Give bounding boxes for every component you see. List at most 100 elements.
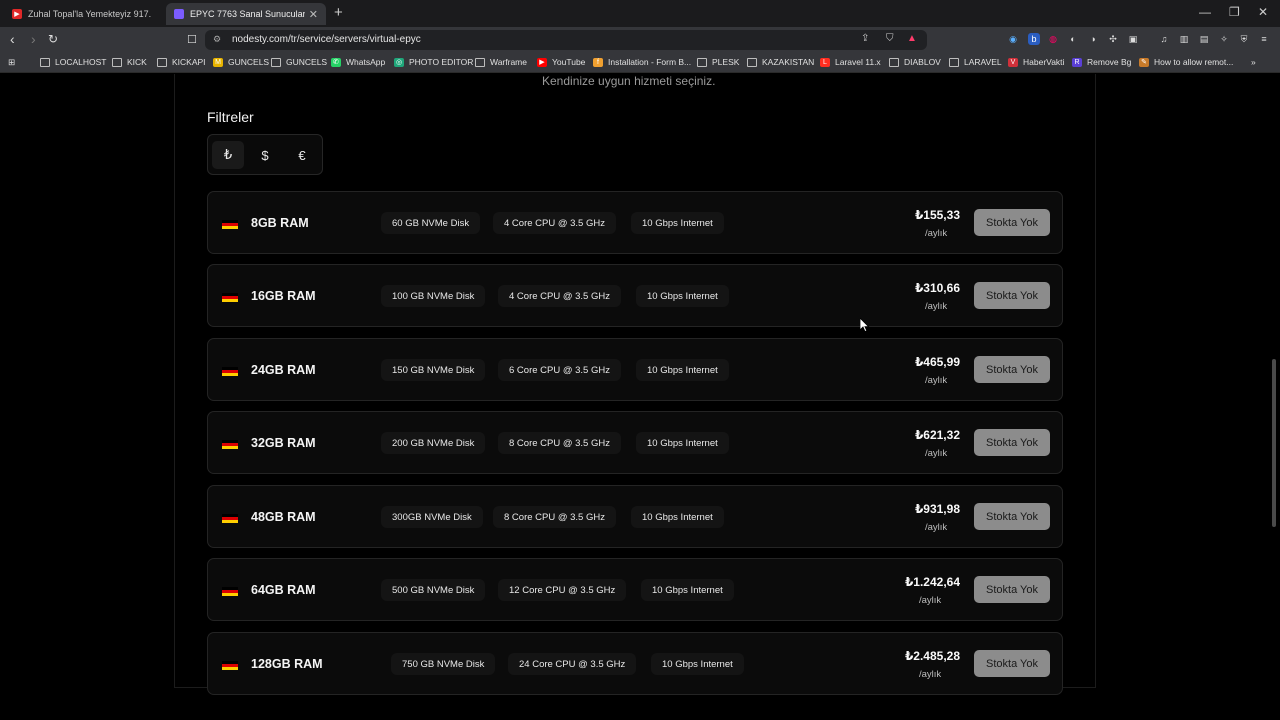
tab-strip: ▶ Zuhal Topal'la Yemekteyiz 917. Bölüm E…	[0, 0, 1280, 27]
site-favicon-icon: f	[593, 57, 603, 67]
bookmark-item[interactable]: ▶ YouTube	[537, 57, 585, 67]
new-tab-button[interactable]: +	[334, 4, 343, 21]
bookmark-item[interactable]: Warframe	[475, 57, 527, 67]
extensions-puzzle-icon[interactable]: ✣	[1107, 33, 1119, 45]
vpn-shield-icon[interactable]: ⛨	[1238, 33, 1250, 45]
plan-disk-badge: 60 GB NVMe Disk	[381, 212, 481, 234]
site-favicon-icon: ✆	[331, 57, 341, 67]
tab-title: Zuhal Topal'la Yemekteyiz 917. Bölüm	[28, 9, 152, 19]
extension-color-icon[interactable]: ◍	[1047, 33, 1059, 45]
site-favicon-icon: V	[1008, 57, 1018, 67]
back-icon[interactable]: ‹	[10, 31, 15, 47]
germany-flag-icon	[222, 293, 238, 302]
media-icon[interactable]: ♫	[1158, 33, 1170, 45]
bookmark-item[interactable]: V HaberVakti	[1008, 57, 1064, 67]
plan-price: ₺1.242,64	[904, 575, 960, 589]
extension-ghost-icon[interactable]: ◑	[1087, 33, 1099, 45]
plan-network-badge: 10 Gbps Internet	[631, 506, 724, 528]
out-of-stock-button[interactable]: Stokta Yok	[974, 503, 1050, 530]
out-of-stock-button[interactable]: Stokta Yok	[974, 209, 1050, 236]
plan-network-badge: 10 Gbps Internet	[631, 212, 724, 234]
plan-cpu-badge: 4 Core CPU @ 3.5 GHz	[493, 212, 616, 234]
nodesty-favicon-icon	[174, 9, 184, 19]
bookmark-star-icon[interactable]: ☐	[187, 33, 197, 46]
site-favicon-icon: ◎	[394, 57, 404, 67]
bookmark-label: YouTube	[552, 57, 586, 67]
brave-shield-icon[interactable]: ⛉	[886, 33, 894, 44]
bookmark-item[interactable]: KICK	[112, 57, 147, 67]
currency-usd-button[interactable]: $	[249, 141, 281, 169]
close-window-icon[interactable]: ✕	[1258, 5, 1268, 19]
tab-yemekteyiz[interactable]: ▶ Zuhal Topal'la Yemekteyiz 917. Bölüm	[4, 3, 160, 25]
more-bookmarks-icon[interactable]: »	[1251, 57, 1256, 67]
close-tab-icon[interactable]: ✕	[309, 8, 318, 21]
bookmark-item[interactable]: f Installation - Form B...	[593, 57, 691, 67]
bookmark-item[interactable]: DIABLOV	[889, 57, 941, 67]
price-period: /aylık	[919, 595, 942, 606]
plan-row: 32GB RAM 200 GB NVMe Disk 8 Core CPU @ 3.5…	[207, 411, 1063, 474]
plan-disk-badge: 500 GB NVMe Disk	[381, 579, 486, 601]
site-info-icon[interactable]: ⚙	[213, 34, 221, 45]
bookmark-item[interactable]: LOCALHOST	[40, 57, 107, 67]
out-of-stock-button[interactable]: Stokta Yok	[974, 650, 1050, 677]
bookmark-item[interactable]: ◎ PHOTO EDITOR	[394, 57, 473, 67]
folder-icon	[157, 57, 167, 67]
restore-icon[interactable]: ❐	[1229, 5, 1240, 19]
bookmark-item[interactable]: LARAVEL	[949, 57, 1002, 67]
bookmark-item[interactable]: KAZAKISTAN	[747, 57, 814, 67]
plan-price: ₺465,99	[914, 355, 960, 369]
plan-network-badge: 10 Gbps Internet	[636, 432, 729, 454]
out-of-stock-button[interactable]: Stokta Yok	[974, 429, 1050, 456]
plan-ram: 128GB RAM	[251, 657, 323, 671]
plan-row: 8GB RAM 60 GB NVMe Disk 4 Core CPU @ 3.5 G…	[207, 191, 1063, 254]
bookmark-item[interactable]: ✎ How to allow remot...	[1139, 57, 1233, 67]
plan-price: ₺2.485,28	[904, 649, 960, 663]
bookmark-item[interactable]: M GUNCELS	[213, 57, 269, 67]
folder-icon	[889, 57, 899, 67]
site-favicon-icon: M	[213, 57, 223, 67]
bookmark-item[interactable]: KICKAPI	[157, 57, 206, 67]
url-text[interactable]: nodesty.com/tr/service/servers/virtual-e…	[232, 34, 421, 45]
bookmark-item[interactable]: ✆ WhatsApp	[331, 57, 385, 67]
bookmark-label: LARAVEL	[964, 57, 1002, 67]
reload-icon[interactable]: ↻	[48, 32, 58, 46]
bookmark-item[interactable]: L Laravel 11.x	[820, 57, 881, 67]
out-of-stock-button[interactable]: Stokta Yok	[974, 282, 1050, 309]
minimize-icon[interactable]: —	[1199, 5, 1211, 19]
plan-price: ₺155,33	[914, 208, 960, 222]
leo-ai-icon[interactable]: ✧	[1218, 33, 1230, 45]
folder-icon	[697, 57, 707, 67]
plan-disk-badge: 200 GB NVMe Disk	[381, 432, 486, 454]
brave-rewards-icon[interactable]: ▲	[907, 33, 917, 44]
plan-price: ₺310,66	[914, 281, 960, 295]
sidebar-icon[interactable]: ▥	[1178, 33, 1190, 45]
bookmark-label: Warframe	[490, 57, 527, 67]
page-scrollbar[interactable]	[1272, 359, 1276, 527]
plan-network-badge: 10 Gbps Internet	[636, 359, 729, 381]
germany-flag-icon	[222, 220, 238, 229]
wallet-icon[interactable]: ▤	[1198, 33, 1210, 45]
share-icon[interactable]: ⇪	[861, 33, 869, 44]
out-of-stock-button[interactable]: Stokta Yok	[974, 576, 1050, 603]
extension-audio-icon[interactable]: ◉	[1007, 33, 1019, 45]
plan-network-badge: 10 Gbps Internet	[636, 285, 729, 307]
page-subtitle: Kendinize uygun hizmeti seçiniz.	[542, 74, 716, 88]
apps-grid-icon[interactable]: ⊞	[8, 57, 15, 68]
plan-disk-badge: 100 GB NVMe Disk	[381, 285, 486, 307]
address-bar[interactable]: ⚙ nodesty.com/tr/service/servers/virtual…	[205, 30, 927, 50]
bookmark-item[interactable]: PLESK	[697, 57, 739, 67]
extension-b-icon[interactable]: b	[1028, 33, 1040, 45]
price-period: /aylık	[925, 228, 948, 239]
menu-icon[interactable]: ≡	[1258, 33, 1270, 45]
out-of-stock-button[interactable]: Stokta Yok	[974, 356, 1050, 383]
extension-screen-icon[interactable]: ▣	[1127, 33, 1139, 45]
bookmark-item[interactable]: GUNCELS	[271, 57, 327, 67]
plan-ram: 24GB RAM	[251, 363, 316, 377]
currency-try-button[interactable]: ₺	[212, 141, 244, 169]
forward-icon[interactable]: ›	[31, 31, 36, 47]
plan-row: 64GB RAM 500 GB NVMe Disk 12 Core CPU @ 3.…	[207, 558, 1063, 621]
bookmark-item[interactable]: R Remove Bg	[1072, 57, 1131, 67]
extension-globe-icon[interactable]: ◐	[1067, 33, 1079, 45]
currency-eur-button[interactable]: €	[286, 141, 318, 169]
tab-nodesty[interactable]: EPYC 7763 Sanal Sunucular | Nodesty ✕	[166, 3, 326, 25]
